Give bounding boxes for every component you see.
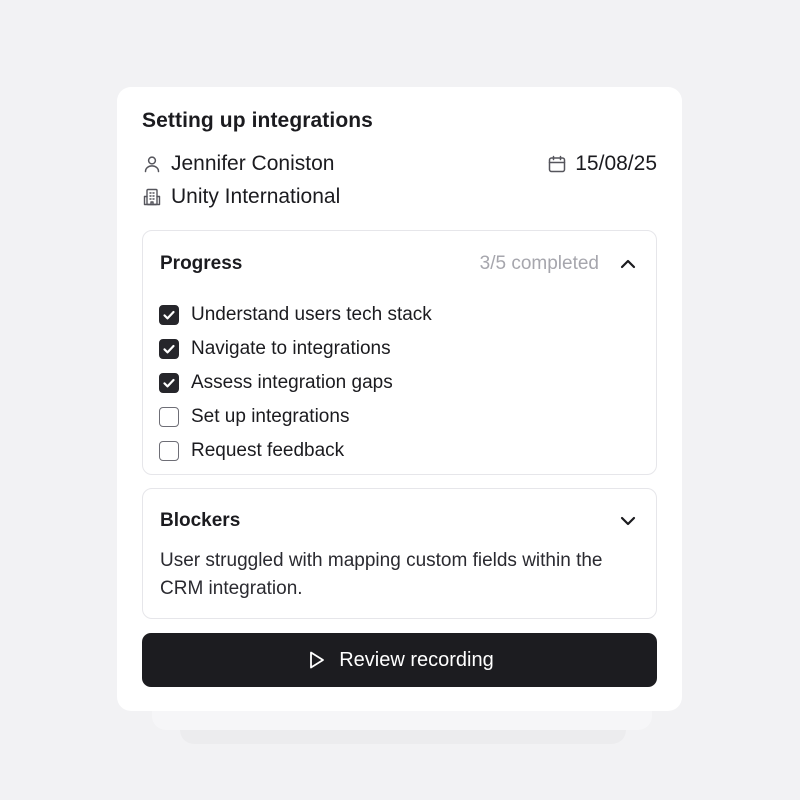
blockers-title: Blockers <box>160 510 241 531</box>
checkbox-checked[interactable] <box>159 373 179 393</box>
checkbox-unchecked[interactable] <box>159 407 179 427</box>
blockers-description: User struggled with mapping custom field… <box>160 550 603 599</box>
user-icon <box>142 154 162 174</box>
assignee-name: Jennifer Coniston <box>171 152 335 175</box>
play-icon <box>305 649 327 671</box>
chevron-down-icon[interactable] <box>617 510 639 532</box>
checkbox-checked[interactable] <box>159 305 179 325</box>
checkmark-icon <box>163 310 175 320</box>
checklist-item-label: Set up integrations <box>191 406 350 427</box>
progress-checklist: Understand users tech stack Navigate to i… <box>159 298 432 468</box>
chevron-up-icon[interactable] <box>617 253 639 275</box>
checklist-item-label: Navigate to integrations <box>191 338 391 359</box>
progress-count: 3/5 completed <box>479 253 599 274</box>
checklist-item: Set up integrations <box>159 400 432 434</box>
task-title: Setting up integrations <box>142 109 373 132</box>
checklist-item-label: Request feedback <box>191 440 345 461</box>
checkmark-icon <box>163 378 175 388</box>
blockers-header[interactable]: Blockers <box>160 508 639 534</box>
company-name: Unity International <box>171 185 341 208</box>
review-recording-label: Review recording <box>339 648 494 671</box>
calendar-icon <box>547 154 567 174</box>
checkmark-icon <box>163 344 175 354</box>
blockers-section: Blockers User struggled with mapping cus… <box>142 488 657 619</box>
company-row: Unity International <box>142 184 657 210</box>
checklist-item: Understand users tech stack <box>159 298 432 332</box>
progress-section: Progress 3/5 completed Understand users … <box>142 230 657 475</box>
checkbox-checked[interactable] <box>159 339 179 359</box>
checklist-item-label: Understand users tech stack <box>191 304 432 325</box>
checkbox-unchecked[interactable] <box>159 441 179 461</box>
checklist-item: Navigate to integrations <box>159 332 432 366</box>
assignee-row: Jennifer Coniston 15/08/25 <box>142 151 657 177</box>
due-date-text: 15/08/25 <box>575 152 657 175</box>
building-icon <box>142 187 162 207</box>
checklist-item-label: Assess integration gaps <box>191 372 393 393</box>
checklist-item: Assess integration gaps <box>159 366 432 400</box>
checklist-item: Request feedback <box>159 434 432 468</box>
review-recording-button[interactable]: Review recording <box>142 633 657 687</box>
due-date: 15/08/25 <box>547 152 657 176</box>
task-card: Setting up integrations Jennifer Conisto… <box>117 87 682 711</box>
progress-header[interactable]: Progress 3/5 completed <box>160 251 639 277</box>
progress-title: Progress <box>160 253 243 274</box>
